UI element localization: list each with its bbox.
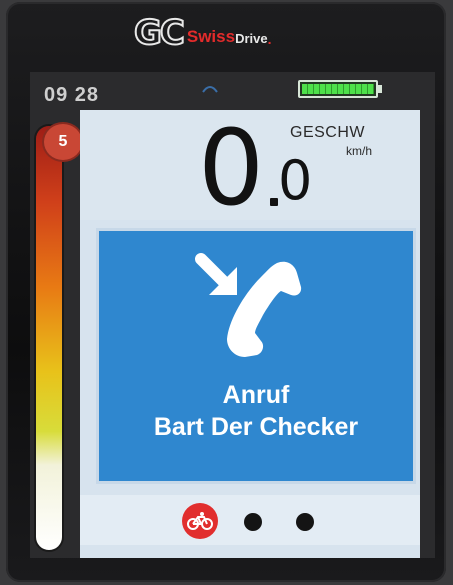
brand-gc: GC (133, 13, 186, 53)
page-indicator (80, 495, 420, 545)
brand-logo: GC Swiss Drive . (133, 13, 272, 53)
battery-tip (378, 85, 382, 93)
speed-label: GESCHW (290, 124, 365, 141)
speed-display: 0 0 GESCHW km/h (80, 110, 420, 220)
brand-dot: . (267, 31, 272, 47)
incoming-call-card[interactable]: Anruf Bart Der Checker (96, 228, 416, 484)
page-dot-bike-active[interactable] (182, 503, 218, 539)
incoming-call-icon (195, 253, 302, 357)
battery-indicator (298, 80, 378, 98)
speed-unit: km/h (346, 144, 373, 158)
signal-icon (202, 86, 218, 93)
caller-name: Bart Der Checker (153, 413, 359, 441)
main-panel: 0 0 GESCHW km/h Anruf Bart Der Checker (80, 110, 420, 558)
page-dot[interactable] (244, 513, 262, 531)
battery-fill (302, 84, 374, 94)
assist-level-badge: 5 (44, 124, 82, 160)
brand-drive: Drive (235, 31, 268, 46)
speed-decimal: 0 (278, 149, 313, 212)
brand-swiss: Swiss (186, 27, 236, 46)
page-dot[interactable] (296, 513, 314, 531)
bike-icon (187, 512, 213, 530)
assist-level-bar (36, 126, 62, 550)
call-title: Anruf (222, 381, 290, 409)
clock: 09 28 (44, 84, 100, 106)
speed-decimal-point (270, 198, 278, 206)
speed-integer: 0 (198, 107, 265, 229)
